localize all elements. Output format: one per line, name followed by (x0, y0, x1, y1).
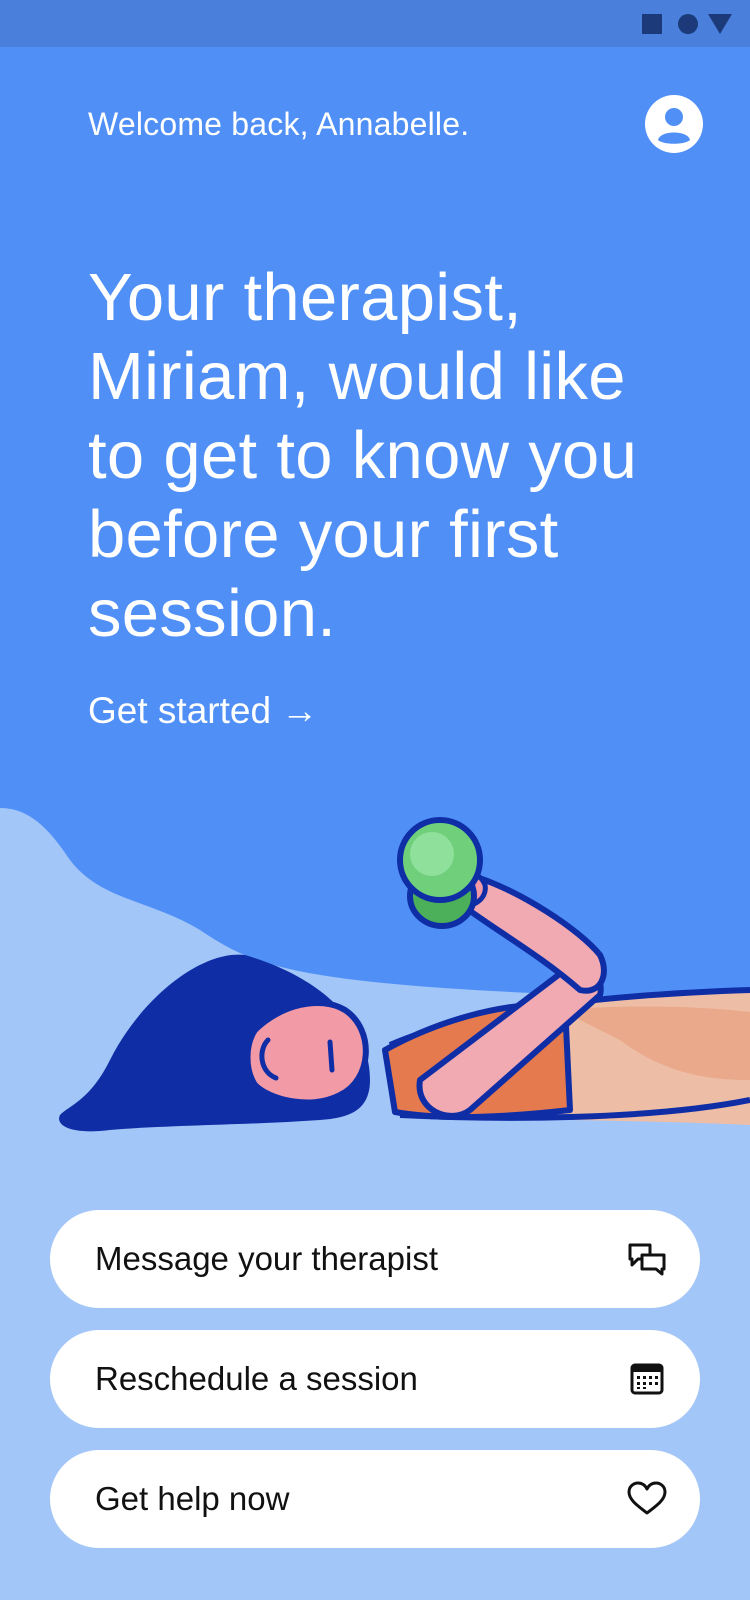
calendar-icon (630, 1363, 664, 1395)
get-help-now-label: Get help now (95, 1480, 290, 1517)
welcome-message: Welcome back, Annabelle. (88, 106, 470, 142)
home-screen: Welcome back, Annabelle. Your therapist,… (0, 0, 750, 1600)
message-therapist-button[interactable]: Message your therapist (50, 1210, 700, 1308)
chat-bubbles-icon (628, 1243, 666, 1276)
triangle-icon (708, 14, 732, 34)
get-help-now-button[interactable]: Get help now (50, 1450, 700, 1548)
circle-icon (678, 14, 698, 34)
user-profile-icon[interactable] (645, 95, 703, 153)
heart-icon (627, 1481, 667, 1515)
status-bar (0, 0, 750, 47)
reschedule-session-button[interactable]: Reschedule a session (50, 1330, 700, 1428)
get-started-link[interactable]: Get started → (88, 690, 318, 732)
square-icon (642, 14, 662, 34)
quick-actions: Message your therapist Reschedule a sess… (50, 1210, 700, 1570)
message-therapist-label: Message your therapist (95, 1240, 439, 1277)
reschedule-session-label: Reschedule a session (95, 1360, 418, 1397)
hero-headline: Your therapist, Miriam, would like to ge… (88, 260, 638, 651)
